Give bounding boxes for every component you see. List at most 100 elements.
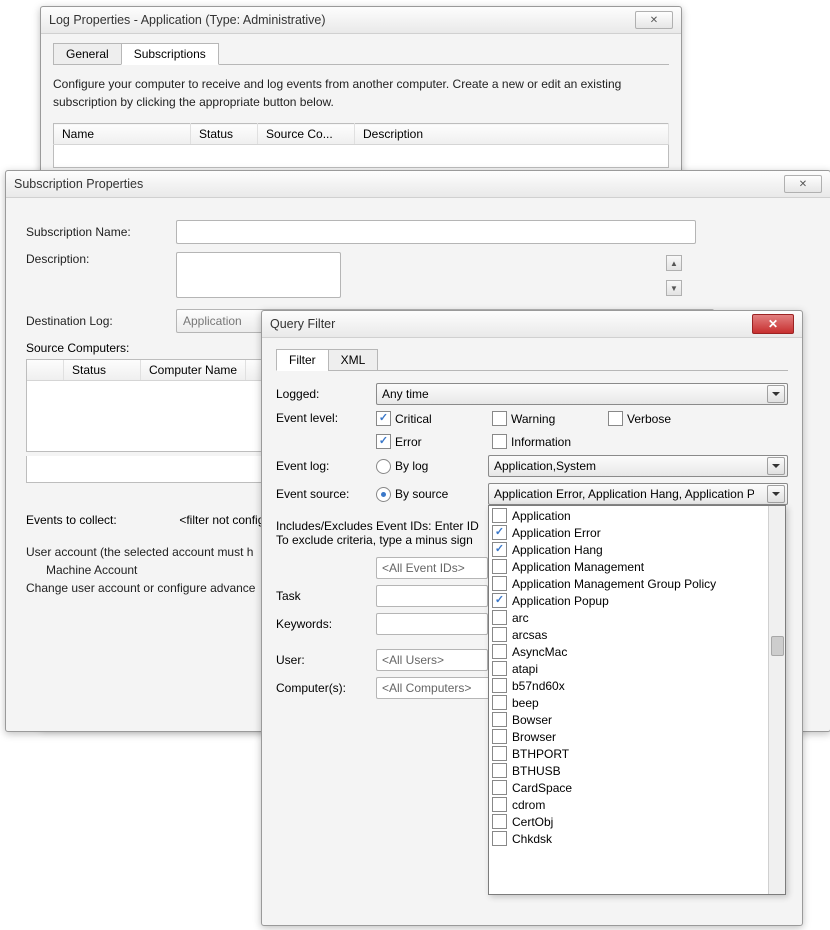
subscription-name-input[interactable] [176,220,696,244]
titlebar[interactable]: Log Properties - Application (Type: Admi… [41,7,681,34]
label-keywords: Keywords: [276,617,376,631]
col-status[interactable]: Status [64,360,141,380]
logged-select[interactable]: Any time [376,383,788,405]
description-input[interactable] [176,252,341,298]
checkbox-icon[interactable] [492,593,507,608]
window-title: Log Properties - Application (Type: Admi… [49,13,326,27]
label-logged: Logged: [276,387,376,401]
checkbox-icon[interactable] [492,763,507,778]
close-icon[interactable]: ✕ [752,314,794,334]
tab-general[interactable]: General [53,43,122,65]
scrollbar-thumb[interactable] [771,636,784,656]
label-events-to-collect: Events to collect: [26,513,176,527]
source-option[interactable]: Chkdsk [489,830,769,847]
event-log-select[interactable]: Application,System [488,455,788,477]
event-source-select[interactable]: Application Error, Application Hang, App… [488,483,788,505]
source-computers-grid[interactable]: Status Computer Name [26,359,288,452]
checkbox-icon[interactable] [492,814,507,829]
source-option-label: cdrom [512,798,545,812]
source-option[interactable]: Application Management [489,558,769,575]
source-option[interactable]: cdrom [489,796,769,813]
checkbox-icon[interactable] [492,627,507,642]
source-option-label: beep [512,696,539,710]
source-option[interactable]: Browser [489,728,769,745]
task-input[interactable] [376,585,488,607]
source-option[interactable]: CertObj [489,813,769,830]
checkbox-icon[interactable] [492,678,507,693]
scrollbar[interactable] [768,506,785,894]
tab-subscriptions[interactable]: Subscriptions [121,43,219,65]
checkbox-icon [376,411,391,426]
check-information[interactable]: Information [492,434,592,449]
source-option[interactable]: CardSpace [489,779,769,796]
check-warning[interactable]: Warning [492,411,592,426]
chevron-down-icon[interactable] [767,385,785,403]
checkbox-icon[interactable] [492,559,507,574]
source-option[interactable]: arc [489,609,769,626]
checkbox-icon[interactable] [492,831,507,846]
event-ids-input[interactable]: <All Event IDs> [376,557,488,579]
checkbox-icon[interactable] [492,644,507,659]
spin-down-icon[interactable]: ▼ [666,280,682,296]
radio-by-source[interactable]: By source [376,487,466,502]
titlebar[interactable]: Query Filter ✕ [262,311,802,338]
check-critical[interactable]: Critical [376,411,476,426]
query-filter-window: Query Filter ✕ Filter XML Logged: Any ti… [261,310,803,926]
tab-filter[interactable]: Filter [276,349,329,371]
col-desc[interactable]: Description [355,124,669,145]
source-option-label: Bowser [512,713,552,727]
spin-up-icon[interactable]: ▲ [666,255,682,271]
source-option-label: Browser [512,730,556,744]
source-option[interactable]: BTHPORT [489,745,769,762]
checkbox-icon[interactable] [492,610,507,625]
source-option[interactable]: Application Error [489,524,769,541]
source-option[interactable]: Application Hang [489,541,769,558]
source-option[interactable]: AsyncMac [489,643,769,660]
checkbox-icon[interactable] [492,797,507,812]
source-option[interactable]: BTHUSB [489,762,769,779]
event-source-dropdown[interactable]: ApplicationApplication Error Application … [488,505,786,895]
source-option[interactable]: Application Popup [489,592,769,609]
source-option-label: Application Hang [512,543,603,557]
source-option[interactable]: b57nd60x [489,677,769,694]
source-option[interactable]: Bowser [489,711,769,728]
source-option[interactable]: Application [489,507,769,524]
checkbox-icon[interactable] [492,780,507,795]
window-title: Subscription Properties [14,177,143,191]
subscriptions-table[interactable]: Name Status Source Co... Description [53,123,669,168]
col-source[interactable]: Source Co... [258,124,355,145]
source-option[interactable]: Application Management Group Policy [489,575,769,592]
checkbox-icon[interactable] [492,542,507,557]
label-event-level: Event level: [276,411,376,425]
checkbox-icon[interactable] [492,712,507,727]
check-verbose[interactable]: Verbose [608,411,708,426]
close-icon[interactable]: ✕ [784,175,822,193]
checkbox-icon[interactable] [492,729,507,744]
checkbox-icon[interactable] [492,525,507,540]
col-name[interactable]: Name [54,124,191,145]
checkbox-icon[interactable] [492,661,507,676]
computers-input[interactable]: <All Computers> [376,677,498,699]
tab-xml[interactable]: XML [328,349,379,371]
chevron-down-icon[interactable] [767,457,785,475]
chevron-down-icon[interactable] [767,485,785,503]
col-status[interactable]: Status [191,124,258,145]
col-computer-name[interactable]: Computer Name [141,360,246,380]
label-event-log: Event log: [276,459,376,473]
source-option-label: atapi [512,662,538,676]
checkbox-icon[interactable] [492,576,507,591]
source-option[interactable]: arcsas [489,626,769,643]
keywords-input[interactable] [376,613,488,635]
source-option[interactable]: atapi [489,660,769,677]
titlebar[interactable]: Subscription Properties ✕ [6,171,830,198]
checkbox-icon [492,411,507,426]
user-input[interactable]: <All Users> [376,649,488,671]
close-icon[interactable]: ✕ [635,11,673,29]
label-event-source: Event source: [276,487,376,501]
source-option[interactable]: beep [489,694,769,711]
checkbox-icon[interactable] [492,508,507,523]
checkbox-icon[interactable] [492,695,507,710]
check-error[interactable]: Error [376,434,476,449]
radio-by-log[interactable]: By log [376,459,466,474]
checkbox-icon[interactable] [492,746,507,761]
